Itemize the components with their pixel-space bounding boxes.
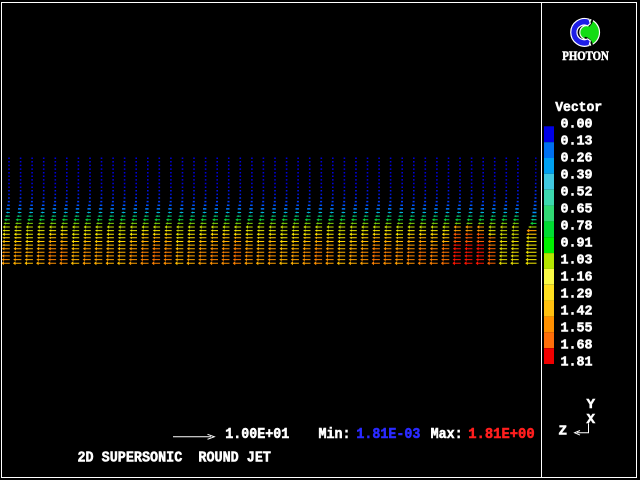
svg-text:0.26: 0.26 bbox=[561, 151, 593, 167]
svg-text:Vector: Vector bbox=[555, 100, 602, 116]
svg-text:1.81E+00: 1.81E+00 bbox=[468, 427, 535, 443]
svg-text:Min:: Min: bbox=[319, 427, 351, 443]
svg-text:1.55: 1.55 bbox=[561, 321, 593, 337]
svg-text:Z: Z bbox=[559, 424, 568, 440]
svg-text:0.91: 0.91 bbox=[561, 236, 593, 252]
svg-text:0.78: 0.78 bbox=[561, 219, 593, 235]
svg-text:0.52: 0.52 bbox=[561, 185, 593, 201]
svg-text:0.39: 0.39 bbox=[561, 168, 593, 184]
svg-text:Max:: Max: bbox=[431, 427, 463, 443]
svg-text:Y: Y bbox=[587, 397, 596, 413]
svg-text:PHOTON: PHOTON bbox=[562, 49, 609, 63]
svg-text:1.68: 1.68 bbox=[561, 338, 593, 354]
svg-text:0.00: 0.00 bbox=[561, 117, 593, 133]
svg-text:0.13: 0.13 bbox=[561, 134, 593, 150]
svg-text:1.81E-03: 1.81E-03 bbox=[356, 427, 420, 443]
svg-text:0.65: 0.65 bbox=[561, 202, 593, 218]
svg-text:1.29: 1.29 bbox=[561, 287, 593, 303]
svg-text:1.00E+01: 1.00E+01 bbox=[225, 427, 289, 443]
svg-text:2D SUPERSONIC ROUND JET: 2D SUPERSONIC ROUND JET bbox=[78, 451, 272, 467]
svg-text:1.03: 1.03 bbox=[561, 253, 593, 269]
svg-text:1.81: 1.81 bbox=[561, 355, 593, 371]
svg-text:1.42: 1.42 bbox=[561, 304, 593, 320]
svg-text:1.16: 1.16 bbox=[561, 270, 593, 286]
svg-text:X: X bbox=[587, 412, 596, 428]
